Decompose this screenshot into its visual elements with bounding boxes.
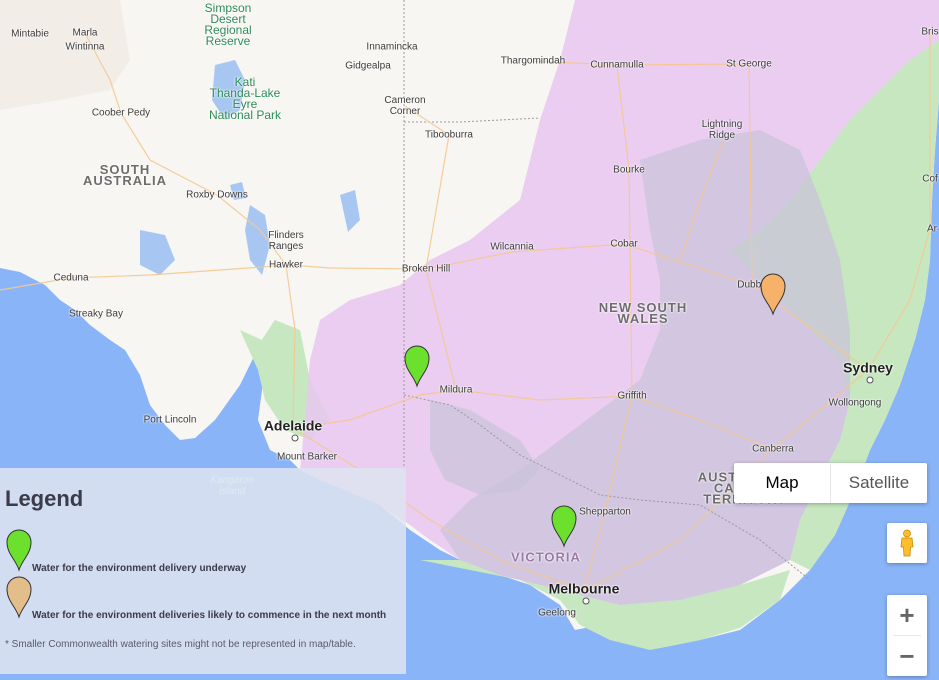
legend-item-upcoming: Water for the environment deliveries lik… xyxy=(32,610,387,621)
city-dot-adelaide xyxy=(291,434,299,442)
legend-panel: Legend Water for the environment deliver… xyxy=(0,468,406,674)
place-label-broken-hill: Broken Hill xyxy=(401,263,451,275)
place-label-thargomindah: Thargomindah xyxy=(500,55,566,67)
map-type-control: Map Satellite xyxy=(734,463,927,503)
map-type-satellite-button[interactable]: Satellite xyxy=(831,463,927,503)
place-label-gidgealpa: Gidgealpa xyxy=(345,60,391,72)
zoom-control: + − xyxy=(887,595,927,676)
zoom-in-button[interactable]: + xyxy=(887,595,927,635)
place-label-wintinna: Wintinna xyxy=(65,41,105,53)
place-label-marla: Marla xyxy=(72,27,98,39)
city-label-sydney: Sydney xyxy=(843,359,893,376)
map-type-map-button[interactable]: Map xyxy=(734,463,831,503)
legend-title: Legend xyxy=(5,486,84,511)
place-label-port-lincoln: Port Lincoln xyxy=(143,414,197,426)
map-marker-underway-0[interactable] xyxy=(403,342,431,388)
place-label-cof: Cof xyxy=(922,173,938,185)
place-label-roxby-downs: Roxby Downs xyxy=(186,189,248,201)
map-marker-underway-1[interactable] xyxy=(550,502,578,548)
place-label-griffith: Griffith xyxy=(617,390,647,402)
street-view-button[interactable] xyxy=(887,523,927,563)
place-label-canberra: Canberra xyxy=(752,443,794,455)
place-label-coober-pedy: Coober Pedy xyxy=(91,107,151,119)
place-label-bris: Bris xyxy=(921,26,939,38)
legend-note: * Smaller Commonwealth watering sites mi… xyxy=(5,639,356,650)
place-label-bourke: Bourke xyxy=(613,164,645,176)
city-dot-melbourne xyxy=(582,597,590,605)
map-marker-upcoming-2[interactable] xyxy=(759,270,787,316)
region-label-kati-thanda-lake-eyre-national-park: Kati Thanda-Lake Eyre National Park xyxy=(208,75,282,122)
place-label-ceduna: Ceduna xyxy=(53,272,89,284)
place-label-mount-barker: Mount Barker xyxy=(276,451,338,463)
place-label-cunnamulla: Cunnamulla xyxy=(590,59,644,71)
place-label-mintabie: Mintabie xyxy=(11,28,49,40)
place-label-tibooburra: Tibooburra xyxy=(425,129,473,141)
city-label-melbourne: Melbourne xyxy=(548,580,620,597)
place-label-wilcannia: Wilcannia xyxy=(490,241,534,253)
place-label-innamincka: Innamincka xyxy=(366,41,418,53)
place-label-flinders-ranges: Flinders Ranges xyxy=(268,230,304,252)
region-label-victoria: VICTORIA xyxy=(511,549,581,565)
place-label-cameron-corner: Cameron Corner xyxy=(384,95,426,117)
city-label-adelaide: Adelaide xyxy=(263,417,323,434)
city-dot-sydney xyxy=(866,376,874,384)
pegman-icon xyxy=(900,529,914,557)
place-label-wollongong: Wollongong xyxy=(828,397,882,409)
place-label-streaky-bay: Streaky Bay xyxy=(69,308,123,320)
pin-green-icon xyxy=(6,529,32,572)
zoom-out-button[interactable]: − xyxy=(887,636,927,676)
region-label-simpson-desert-regional-reserve: Simpson Desert Regional Reserve xyxy=(204,1,252,48)
place-label-lightning-ridge: Lightning Ridge xyxy=(701,119,743,141)
place-label-cobar: Cobar xyxy=(610,238,638,250)
place-label-hawker: Hawker xyxy=(269,259,303,271)
region-label-south-australia: SOUTH AUSTRALIA xyxy=(82,162,168,188)
place-label-ar: Ar xyxy=(927,223,937,235)
pin-tan-icon xyxy=(6,576,32,619)
place-label-shepparton: Shepparton xyxy=(579,506,631,518)
region-label-new-south-wales: NEW SOUTH WALES xyxy=(598,300,688,326)
place-label-st-george: St George xyxy=(726,58,772,70)
legend-item-underway: Water for the environment delivery under… xyxy=(32,563,247,574)
place-label-mildura: Mildura xyxy=(439,384,473,396)
place-label-geelong: Geelong xyxy=(538,607,576,619)
